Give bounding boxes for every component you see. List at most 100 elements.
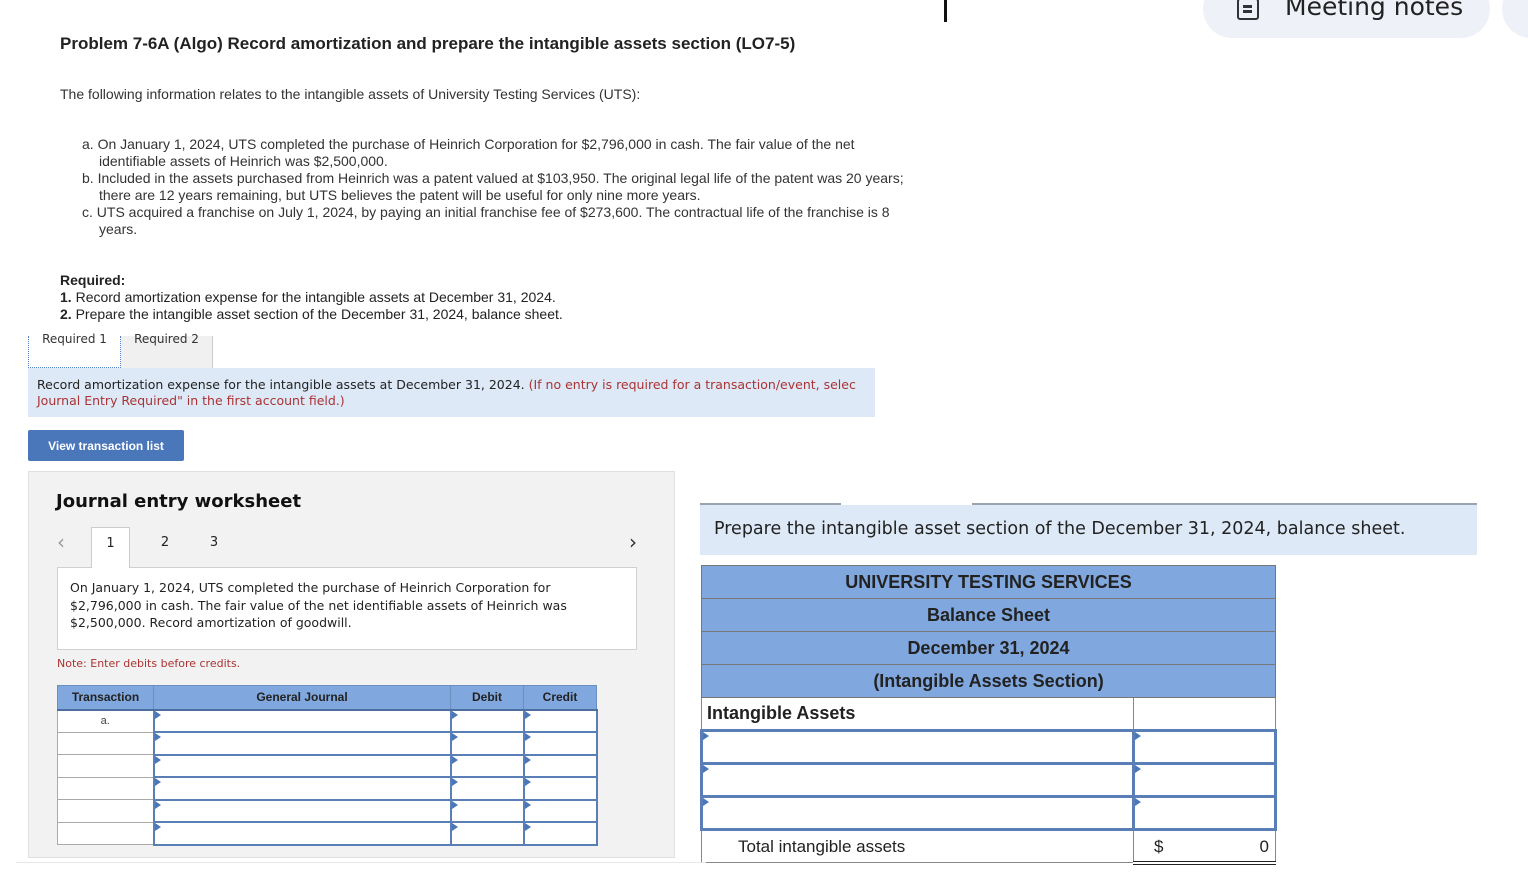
journal-row: a. <box>57 708 598 733</box>
bs-input-row <box>700 762 1277 798</box>
journal-account-input[interactable] <box>152 753 452 778</box>
journal-row <box>57 821 598 846</box>
col-general-journal: General Journal <box>153 685 451 711</box>
journal-transaction-cell: a. <box>57 709 154 733</box>
dropdown-marker-icon <box>1135 765 1141 773</box>
tab-required-2[interactable]: Required 2 <box>121 332 213 368</box>
problem-item-b: b. Included in the assets purchased from… <box>82 170 904 203</box>
dropdown-marker-icon <box>451 733 458 741</box>
journal-credit-input[interactable] <box>522 821 598 846</box>
required-heading: Required: <box>60 272 126 288</box>
journal-entry-worksheet: Journal entry worksheet ‹ 1 2 3 › On Jan… <box>28 471 675 858</box>
bs-group-label: Intangible Assets <box>701 697 1134 731</box>
bs-group-amount <box>1133 697 1276 731</box>
dropdown-marker-icon <box>154 823 161 831</box>
balance-sheet-instruction: Prepare the intangible asset section of … <box>700 505 1477 555</box>
bs-total-amount: 0 <box>1259 837 1269 856</box>
dropdown-marker-icon <box>524 800 531 809</box>
dropdown-marker-icon <box>524 823 531 831</box>
bs-amount-input[interactable] <box>1132 729 1277 765</box>
dropdown-marker-icon <box>451 823 458 831</box>
journal-credit-input[interactable] <box>522 753 598 778</box>
dropdown-marker-icon <box>451 755 458 764</box>
dropdown-marker-icon <box>451 778 458 786</box>
journal-debit-input[interactable] <box>449 731 525 756</box>
chevron-left-icon[interactable]: ‹ <box>57 530 65 554</box>
journal-credit-input[interactable] <box>522 776 598 801</box>
bs-account-input[interactable] <box>700 729 1135 765</box>
view-transaction-list-button[interactable]: View transaction list <box>28 430 184 461</box>
journal-debit-input[interactable] <box>449 821 525 846</box>
dropdown-marker-icon <box>703 798 709 806</box>
instruction-note-2: Journal Entry Required" in the first acc… <box>37 393 345 408</box>
balance-sheet-table: UNIVERSITY TESTING SERVICES Balance Shee… <box>700 565 1277 865</box>
dropdown-marker-icon <box>524 778 531 786</box>
divider <box>16 862 706 863</box>
overlay-pill-button[interactable] <box>1502 0 1528 38</box>
bs-company: UNIVERSITY TESTING SERVICES <box>701 565 1276 599</box>
bs-amount-input[interactable] <box>1132 795 1277 831</box>
chevron-right-icon[interactable]: › <box>629 530 637 554</box>
journal-debit-input[interactable] <box>449 753 525 778</box>
instruction-text: Record amortization expense for the inta… <box>37 377 529 392</box>
journal-debit-input[interactable] <box>449 798 525 823</box>
required-text-1: Record amortization expense for the inta… <box>71 289 556 305</box>
worksheet-page-1[interactable]: 1 <box>91 527 130 568</box>
journal-credit-input[interactable] <box>522 731 598 756</box>
worksheet-title: Journal entry worksheet <box>56 491 302 512</box>
instruction-banner: Record amortization expense for the inta… <box>28 368 875 417</box>
journal-account-input[interactable] <box>152 776 452 801</box>
meeting-notes-button[interactable]: Meeting notes <box>1203 0 1490 38</box>
dropdown-marker-icon <box>524 710 531 719</box>
journal-debit-input[interactable] <box>449 708 525 733</box>
journal-transaction-cell <box>57 821 154 845</box>
bs-account-input[interactable] <box>700 795 1135 831</box>
journal-credit-input[interactable] <box>522 798 598 823</box>
journal-row <box>57 731 598 756</box>
journal-account-input[interactable] <box>152 798 452 823</box>
col-transaction: Transaction <box>57 685 154 711</box>
journal-transaction-cell <box>57 799 154 823</box>
dropdown-marker-icon <box>524 733 531 741</box>
dropdown-marker-icon <box>703 765 709 773</box>
dropdown-marker-icon <box>451 710 458 719</box>
bs-section: (Intangible Assets Section) <box>701 664 1276 698</box>
bs-account-input[interactable] <box>700 762 1135 798</box>
bs-amount-input[interactable] <box>1132 762 1277 798</box>
journal-account-input[interactable] <box>152 731 452 756</box>
tab-required-2-label: Required 2 <box>134 332 199 346</box>
dropdown-marker-icon <box>154 800 161 809</box>
col-credit: Credit <box>523 685 597 711</box>
required-item-2: 2. Prepare the intangible asset section … <box>60 306 563 323</box>
dropdown-marker-icon <box>703 732 709 740</box>
dropdown-marker-icon <box>154 755 161 764</box>
journal-credit-input[interactable] <box>522 708 598 733</box>
bs-date: December 31, 2024 <box>701 631 1276 665</box>
journal-account-input[interactable] <box>152 708 452 733</box>
worksheet-note: Note: Enter debits before credits. <box>57 657 241 670</box>
dropdown-marker-icon <box>154 733 161 741</box>
dropdown-marker-icon <box>524 755 531 764</box>
text-cursor <box>944 0 947 22</box>
worksheet-page-3[interactable]: 3 <box>196 527 232 568</box>
dropdown-marker-icon <box>1135 798 1141 806</box>
journal-transaction-cell <box>57 776 154 800</box>
journal-debit-input[interactable] <box>449 776 525 801</box>
general-journal-table: Transaction General Journal Debit Credit… <box>57 685 598 846</box>
problem-title: Problem 7-6A (Algo) Record amortization … <box>60 34 796 53</box>
worksheet-page-2[interactable]: 2 <box>147 527 183 568</box>
tab-required-1[interactable]: Required 1 <box>28 332 121 368</box>
journal-row <box>57 753 598 778</box>
required-text-2: Prepare the intangible asset section of … <box>71 306 563 322</box>
worksheet-description: On January 1, 2024, UTS completed the pu… <box>57 567 637 650</box>
journal-transaction-cell <box>57 731 154 755</box>
problem-item-c: c. UTS acquired a franchise on July 1, 2… <box>82 204 890 237</box>
bs-total-currency: $ <box>1154 837 1164 856</box>
problem-intro: The following information relates to the… <box>60 86 641 102</box>
journal-account-input[interactable] <box>152 821 452 846</box>
instruction-note-1: (If no entry is required for a transacti… <box>528 377 856 392</box>
dropdown-marker-icon <box>451 800 458 809</box>
notes-icon <box>1237 0 1259 20</box>
dropdown-marker-icon <box>1135 732 1141 740</box>
problem-item-a: a. On January 1, 2024, UTS completed the… <box>82 136 855 169</box>
